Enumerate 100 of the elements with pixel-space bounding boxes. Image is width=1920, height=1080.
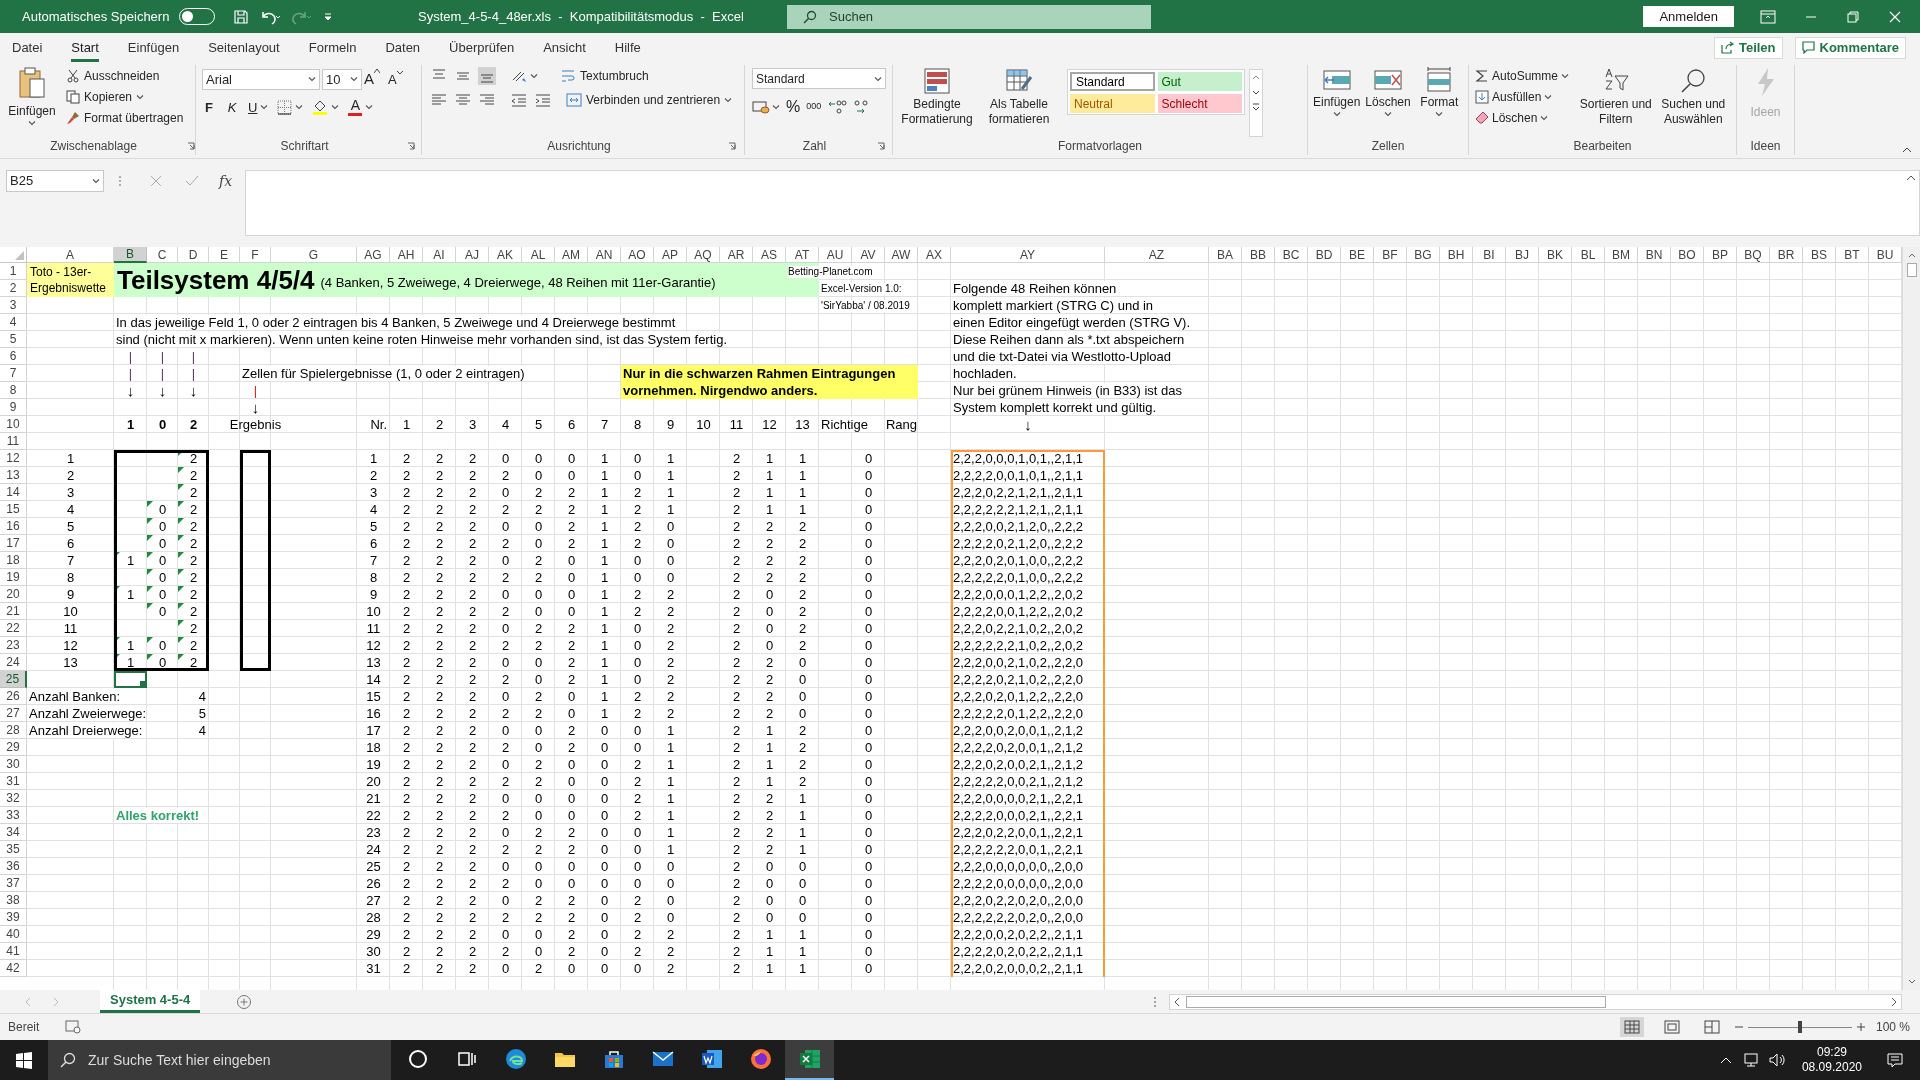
row-header[interactable]: 13 <box>0 467 27 484</box>
column-header[interactable]: C <box>147 247 178 263</box>
conditional-formatting-button[interactable]: Bedingte Formatierung <box>897 67 977 137</box>
column-header[interactable]: AG <box>357 247 390 263</box>
column-header[interactable]: BM <box>1605 247 1638 263</box>
restore-icon[interactable] <box>1846 9 1860 24</box>
column-header[interactable]: AR <box>720 247 753 263</box>
dialog-launcher-icon[interactable] <box>407 142 415 150</box>
zoom-level-text[interactable]: 100 % <box>1875 1018 1910 1036</box>
ribbon-tab[interactable]: Einfügen <box>127 33 180 62</box>
zoom-in-icon[interactable] <box>1855 1022 1866 1032</box>
column-header[interactable]: BB <box>1242 247 1275 263</box>
row-header[interactable]: 8 <box>0 382 27 399</box>
column-header[interactable]: AP <box>654 247 687 263</box>
row-header[interactable]: 21 <box>0 603 27 620</box>
taskbar-search-field[interactable]: Zur Suche Text hier eingeben <box>48 1040 391 1080</box>
row-header[interactable]: 11 <box>0 433 27 450</box>
column-header[interactable]: BQ <box>1737 247 1770 263</box>
row-header[interactable]: 27 <box>0 705 27 722</box>
cell-flag-icon[interactable] <box>178 637 184 643</box>
row-header[interactable]: 35 <box>0 841 27 858</box>
row-header[interactable]: 25 <box>0 671 27 688</box>
ribbon-display-icon[interactable] <box>1760 9 1776 24</box>
borders-button[interactable] <box>277 99 304 115</box>
dialog-launcher-icon[interactable] <box>728 142 736 150</box>
row-header[interactable]: 37 <box>0 875 27 892</box>
row-header[interactable]: 34 <box>0 824 27 841</box>
row-header[interactable]: 17 <box>0 535 27 552</box>
sheet-tab[interactable]: System 4-5-4 <box>100 990 201 1013</box>
row-header[interactable]: 42 <box>0 960 27 977</box>
scrollbar-thumb[interactable] <box>1186 995 1606 1008</box>
more-options-icon[interactable] <box>1153 994 1157 1009</box>
normal-view-icon[interactable] <box>1619 1017 1644 1037</box>
row-header[interactable]: 22 <box>0 620 27 637</box>
column-header[interactable]: AI <box>423 247 456 263</box>
cell-flag-icon[interactable] <box>178 569 184 575</box>
zoom-slider-thumb[interactable] <box>1797 1021 1802 1033</box>
clock-time[interactable]: 09:29 <box>1816 1045 1847 1060</box>
cell-flag-icon[interactable] <box>147 518 153 524</box>
customize-icon[interactable] <box>323 11 334 22</box>
insert-cells-button[interactable]: Einfügen <box>1312 67 1362 137</box>
cell-flag-icon[interactable] <box>178 603 184 609</box>
cell-flag-icon[interactable] <box>147 552 153 558</box>
row-header[interactable]: 38 <box>0 892 27 909</box>
column-header[interactable]: AT <box>786 247 819 263</box>
column-header[interactable]: A <box>27 247 114 263</box>
column-header[interactable]: AJ <box>456 247 489 263</box>
row-header[interactable]: 9 <box>0 399 27 416</box>
dialog-launcher-icon[interactable] <box>187 142 195 150</box>
column-header[interactable]: AY <box>951 247 1105 263</box>
search-field[interactable]: Suchen <box>787 4 1151 29</box>
row-header[interactable]: 26 <box>0 688 27 705</box>
cell-flag-icon[interactable] <box>114 586 120 592</box>
cell-flag-icon[interactable] <box>114 552 120 558</box>
row-header[interactable]: 18 <box>0 552 27 569</box>
row-header[interactable]: 40 <box>0 926 27 943</box>
row-header[interactable]: 4 <box>0 314 27 331</box>
percent-button[interactable]: % <box>786 95 801 119</box>
notifications-icon[interactable] <box>1886 1052 1904 1068</box>
delete-cells-button[interactable]: Löschen <box>1363 67 1413 137</box>
column-header[interactable]: D <box>178 247 209 263</box>
column-header[interactable]: BF <box>1374 247 1407 263</box>
merge-center-button[interactable]: Verbinden und zentrieren <box>566 91 733 109</box>
column-header[interactable]: BK <box>1539 247 1572 263</box>
underline-button[interactable]: U <box>248 97 269 117</box>
cell-flag-icon[interactable] <box>178 535 184 541</box>
cell-flag-icon[interactable] <box>178 484 184 490</box>
cell-style-option[interactable]: Gut <box>1157 72 1242 91</box>
row-header[interactable]: 24 <box>0 654 27 671</box>
ribbon-tab[interactable]: Ansicht <box>543 33 586 62</box>
font-name-field[interactable]: Arial <box>202 68 320 90</box>
italic-button[interactable]: K <box>225 97 239 117</box>
row-header[interactable]: 1 <box>0 263 27 280</box>
column-header[interactable]: AO <box>621 247 654 263</box>
column-header[interactable]: F <box>240 247 271 263</box>
sort-filter-button[interactable]: Sortieren und Filtern <box>1579 65 1653 137</box>
font-color-button[interactable]: A <box>348 98 374 117</box>
autosum-button[interactable]: AutoSumme <box>1475 66 1570 85</box>
insert-function-button[interactable]: fx <box>219 170 233 192</box>
column-header[interactable]: AU <box>819 247 852 263</box>
chevron-up-icon[interactable] <box>1719 1055 1732 1065</box>
share-button[interactable]: Teilen <box>1713 36 1783 59</box>
row-header[interactable]: 12 <box>0 450 27 467</box>
column-header[interactable]: BH <box>1440 247 1473 263</box>
active-cell[interactable] <box>114 671 147 688</box>
cut-button[interactable]: Ausschneiden <box>66 67 184 85</box>
cell-flag-icon[interactable] <box>114 637 120 643</box>
decrease-indent-icon[interactable] <box>510 91 528 109</box>
currency-button[interactable] <box>752 100 780 114</box>
column-header[interactable]: AH <box>390 247 423 263</box>
zoom-slider[interactable] <box>1747 1021 1852 1033</box>
row-header[interactable]: 32 <box>0 790 27 807</box>
format-cells-button[interactable]: Format <box>1414 67 1464 137</box>
cell-flag-icon[interactable] <box>147 569 153 575</box>
fill-button[interactable]: Ausfüllen <box>1475 87 1570 106</box>
row-header[interactable]: 29 <box>0 739 27 756</box>
cell-flag-icon[interactable] <box>147 637 153 643</box>
row-header[interactable]: 2 <box>0 280 27 297</box>
column-header[interactable]: AX <box>918 247 951 263</box>
row-header[interactable]: 10 <box>0 416 27 433</box>
